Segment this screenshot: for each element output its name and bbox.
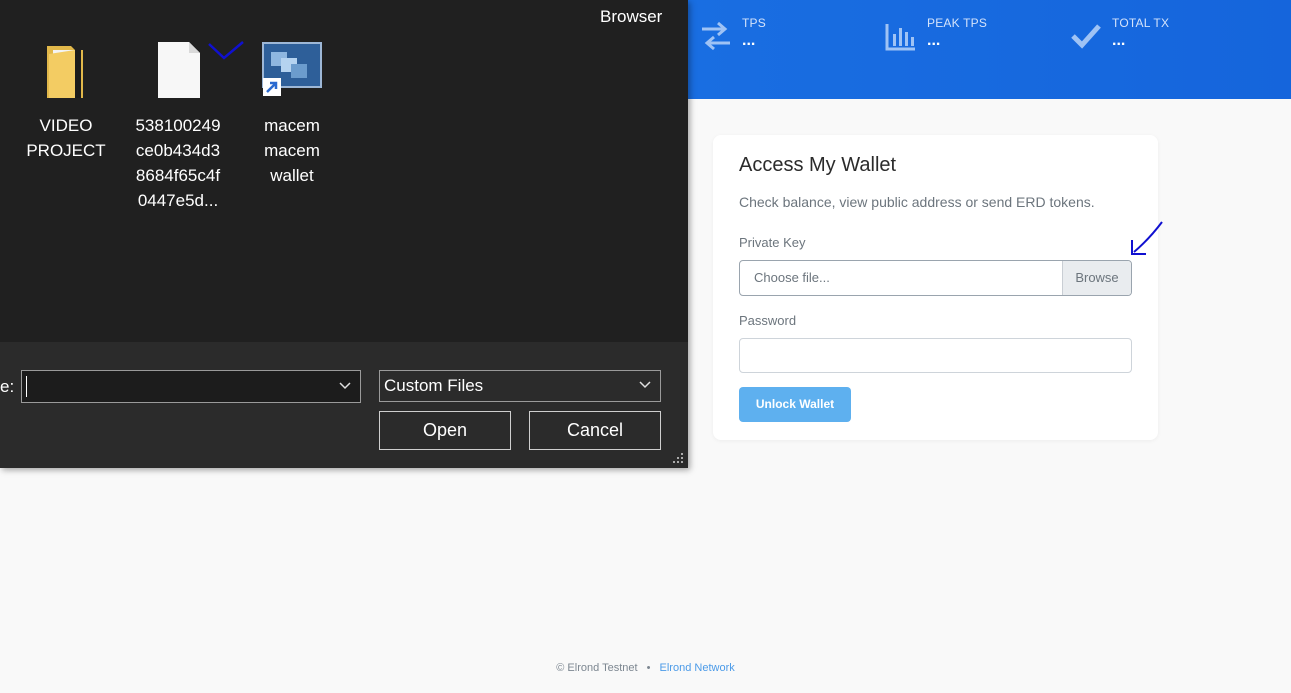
filename-label: e:: [0, 377, 15, 396]
file-name-line: 538100249: [135, 116, 221, 135]
file-name-line: 0447e5d...: [137, 191, 219, 210]
file-item-macem-wallet[interactable]: macem macem wallet: [242, 40, 342, 188]
cancel-button[interactable]: Cancel: [529, 411, 661, 450]
file-item-video-project[interactable]: VIDEO PROJECT: [16, 40, 116, 163]
card-title: Access My Wallet: [739, 154, 897, 176]
stat-tps: TPS ...: [700, 16, 766, 52]
swap-arrows-icon: [702, 21, 730, 51]
filename-input[interactable]: [21, 370, 361, 403]
footer-separator: •: [646, 662, 651, 674]
folder-icon: [47, 46, 83, 98]
hand-drawn-arrow-annotation: [1131, 221, 1163, 255]
shortcut-app-icon: [262, 42, 322, 96]
stat-value: ...: [742, 32, 756, 49]
file-icon: [158, 42, 200, 98]
checkmark-icon: [1071, 24, 1101, 49]
filetype-select[interactable]: Custom Files: [379, 370, 661, 402]
unlock-wallet-button[interactable]: Unlock Wallet: [739, 387, 851, 422]
stat-value: ...: [927, 32, 941, 49]
elrond-network-link[interactable]: Elrond Network: [660, 662, 735, 674]
password-label: Password: [739, 313, 797, 328]
browse-button[interactable]: Browse: [1062, 261, 1131, 295]
footer-copyright: © Elrond Testnet: [556, 662, 638, 674]
text-caret: [26, 376, 27, 397]
bar-chart-icon: [885, 24, 915, 51]
stat-label: TOTAL TX: [1112, 16, 1170, 30]
file-name-line: 8684f65c4f: [135, 166, 221, 185]
hand-drawn-check-annotation: [208, 41, 244, 60]
private-key-label: Private Key: [739, 235, 806, 250]
password-input[interactable]: [739, 338, 1132, 373]
stat-label: PEAK TPS: [927, 16, 988, 30]
file-name-line: macem: [264, 141, 320, 160]
file-name-line: macem: [264, 116, 320, 135]
chevron-down-icon: [639, 381, 651, 389]
stat-value: ...: [1112, 32, 1126, 49]
stat-total-tx: TOTAL TX ...: [1070, 16, 1169, 52]
browser-label: Browser: [600, 7, 663, 26]
footer: © Elrond Testnet • Elrond Network: [0, 662, 1291, 674]
file-name-line: ce0b434d3: [135, 141, 221, 160]
access-wallet-card: Access My Wallet Check balance, view pub…: [713, 135, 1158, 440]
file-open-dialog: Browser VIDEO PROJECT 538100249 ce0b434d…: [0, 0, 688, 468]
resize-grip-icon[interactable]: [673, 453, 685, 465]
stat-label: TPS: [742, 16, 766, 30]
file-name-line: VIDEO: [39, 116, 93, 135]
card-description: Check balance, view public address or se…: [739, 194, 1095, 210]
file-name-line: wallet: [270, 166, 314, 185]
filetype-selected: Custom Files: [384, 376, 484, 395]
stat-peak-tps: PEAK TPS ...: [885, 16, 987, 52]
file-placeholder[interactable]: Choose file...: [740, 261, 1062, 295]
open-button[interactable]: Open: [379, 411, 511, 450]
chevron-down-icon[interactable]: [338, 379, 352, 393]
file-item-keyfile[interactable]: 538100249 ce0b434d3 8684f65c4f 0447e5d..…: [128, 40, 228, 213]
private-key-file-input[interactable]: Choose file... Browse: [739, 260, 1132, 296]
file-name-line: PROJECT: [26, 141, 106, 160]
